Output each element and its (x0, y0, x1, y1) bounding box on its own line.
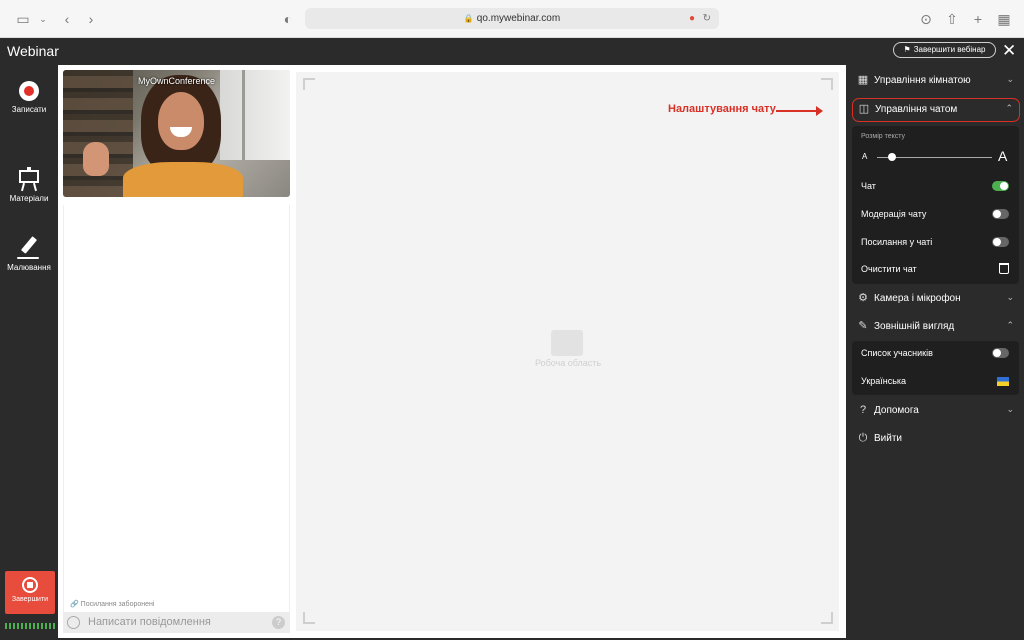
annotation-arrow (776, 110, 818, 112)
chevron-down-icon: ⌄ (1006, 292, 1014, 302)
chat-moderation-label: Модерація чату (861, 209, 927, 219)
tabs-overview-icon[interactable]: ▦ (995, 10, 1013, 28)
participant-video[interactable] (63, 70, 290, 197)
trash-icon[interactable] (999, 263, 1009, 274)
stop-icon (22, 577, 38, 593)
language-label: Українська (861, 376, 907, 386)
record-label: Записати (11, 105, 47, 114)
power-icon: ⏻ (858, 432, 868, 444)
drawing-button[interactable]: Малювання (0, 236, 58, 272)
address-bar[interactable]: 🔒 qo.mywebinar.com ● ↻ (305, 8, 719, 29)
clear-chat-row[interactable]: Очистити чат (852, 259, 1019, 281)
participants-list-toggle[interactable] (992, 348, 1009, 358)
close-icon[interactable]: ✕ (1002, 41, 1016, 61)
url-text: qo.mywebinar.com (476, 13, 561, 24)
appearance-label: Зовнішній вигляд (874, 321, 955, 332)
record-icon (19, 81, 39, 101)
finish-webinar-button[interactable]: ⚑ Завершити вебінар (893, 42, 996, 58)
gear-icon: ⚙ (858, 292, 868, 304)
message-placeholder: Написати повідомлення (88, 616, 211, 628)
app-title: Webinar (7, 43, 59, 59)
annotation-arrow-head (816, 106, 823, 116)
camera-mic-label: Камера і мікрофон (874, 293, 961, 304)
text-size-label: Розмір тексту (861, 133, 906, 140)
materials-button[interactable]: Матеріали (0, 167, 58, 203)
sidebar-icon[interactable]: ▭ (14, 10, 32, 28)
corner-marker (303, 78, 315, 90)
ukraine-flag-icon (997, 377, 1009, 386)
help-item[interactable]: ? Допомога ⌄ (852, 400, 1020, 424)
chat-management-item[interactable]: ◫ Управління чатом ⌃ (852, 98, 1020, 122)
chat-moderation-row: Модерація чату (852, 204, 1019, 226)
participant-name: MyOwnConference (137, 76, 216, 86)
text-size-small-label: A (862, 152, 868, 161)
chevron-down-icon: ⌄ (1006, 404, 1014, 414)
corner-marker (821, 612, 833, 624)
pen-icon (17, 236, 41, 260)
reload-icon[interactable]: ↻ (703, 8, 711, 29)
chat-messages (63, 205, 290, 633)
flag-icon: ⚑ (903, 45, 911, 54)
forward-icon[interactable]: › (82, 10, 100, 28)
logout-item[interactable]: ⏻ Вийти (852, 428, 1020, 452)
text-size-large-label: A (998, 148, 1008, 164)
new-tab-icon[interactable]: + (969, 10, 987, 28)
workspace-label: Робоча область (534, 358, 602, 368)
finish-button[interactable]: Завершити (5, 571, 55, 614)
chat-links-label: Посилання у чаті (861, 237, 933, 247)
microphone-icon[interactable]: ● (689, 8, 695, 29)
chat-moderation-toggle[interactable] (992, 209, 1009, 219)
materials-label: Матеріали (9, 194, 49, 203)
record-button[interactable]: Записати (0, 81, 58, 114)
room-management-item[interactable]: ▦ Управління кімнатою ⌄ (852, 70, 1020, 94)
corner-marker (821, 78, 833, 90)
participants-list-row: Список учасників (852, 343, 1019, 365)
easel-icon (18, 167, 40, 192)
megaphone-icon: ◫ (858, 103, 870, 115)
app-header: Webinar ⚑ Завершити вебінар ✕ (0, 38, 1024, 65)
back-icon[interactable]: ‹ (58, 10, 76, 28)
clear-chat-label: Очистити чат (861, 264, 917, 274)
browser-chrome: ▭ ⌄ ‹ › ◐ 🔒 qo.mywebinar.com ● ↻ ⊙ ⇧ + ▦ (0, 0, 1024, 38)
annotation-text: Налаштування чату (668, 103, 776, 115)
lock-icon: 🔒 (463, 14, 474, 23)
help-icon[interactable]: ? (272, 616, 285, 629)
chat-links-toggle[interactable] (992, 237, 1009, 247)
chat-management-label: Управління чатом (875, 104, 958, 115)
chevron-down-icon: ⌄ (1006, 74, 1014, 84)
drawing-label: Малювання (7, 263, 51, 272)
chevron-up-icon: ⌃ (1005, 103, 1013, 113)
question-icon: ? (859, 404, 867, 416)
chat-toggle-row: Чат (852, 176, 1019, 198)
appearance-item[interactable]: ✎ Зовнішній вигляд ⌃ (852, 316, 1020, 340)
chat-toggle[interactable] (992, 181, 1009, 191)
help-label: Допомога (874, 405, 919, 416)
chevron-down-icon[interactable]: ⌄ (34, 10, 52, 28)
download-icon[interactable]: ⊙ (917, 10, 935, 28)
logout-label: Вийти (874, 433, 903, 444)
chat-links-row: Посилання у чаті (852, 232, 1019, 254)
finish-label: Завершити (11, 596, 49, 603)
finish-webinar-label: Завершити вебінар (913, 45, 986, 54)
participants-list-label: Список учасників (861, 348, 933, 358)
camera-mic-item[interactable]: ⚙ Камера і мікрофон ⌄ (852, 288, 1020, 312)
shield-icon[interactable]: ◐ (279, 10, 297, 28)
chevron-up-icon: ⌃ (1006, 320, 1014, 330)
message-input[interactable]: Написати повідомлення ? (63, 612, 290, 633)
room-management-label: Управління кімнатою (874, 75, 971, 86)
brush-icon: ✎ (858, 320, 868, 332)
corner-marker (303, 612, 315, 624)
audio-level-meter (5, 623, 55, 629)
text-size-slider-thumb[interactable] (888, 153, 896, 161)
grid-icon: ▦ (857, 74, 869, 86)
share-icon[interactable]: ⇧ (943, 10, 961, 28)
links-forbidden-note: 🔗 Посилання заборонені (70, 601, 155, 608)
image-icon (551, 330, 583, 356)
chat-toggle-label: Чат (861, 181, 876, 191)
language-row[interactable]: Українська (852, 371, 1019, 393)
emoji-icon[interactable] (67, 616, 80, 629)
